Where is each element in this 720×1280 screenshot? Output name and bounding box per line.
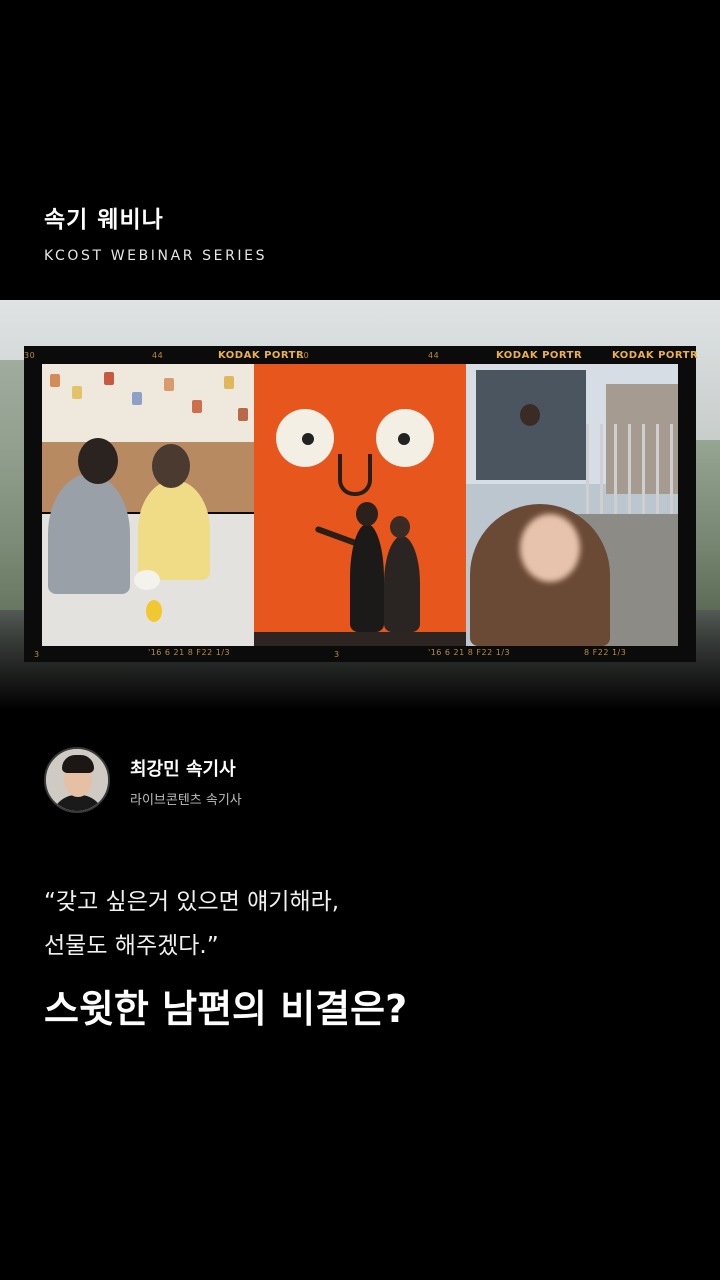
film-exposure-info: '16 6 21 8 F22 1/3 [148, 648, 231, 657]
author-role: 라이브콘텐츠 속기사 [130, 793, 242, 808]
webinar-series-label: KCOST WEBINAR SERIES [44, 248, 268, 264]
film-frame-number: 30 [24, 351, 36, 360]
film-exposure-info: '16 6 21 8 F22 1/3 [428, 648, 511, 657]
quote-line: “갖고 싶은거 있으면 얘기해라, [44, 889, 340, 915]
train-station-photo [466, 364, 678, 646]
film-frame-number: 44 [152, 351, 164, 360]
film-brand-label: KODAK PORTR [218, 350, 305, 361]
avatar [44, 747, 110, 813]
background-tree [694, 440, 720, 610]
webinar-title: 속기 웨비나 [44, 207, 164, 233]
film-exposure-info: 8 F22 1/3 [584, 648, 627, 657]
photo-band: 30 44 KODAK PORTR 30 44 KODAK PORTR KODA… [0, 300, 720, 710]
quote: “갖고 싶은거 있으면 얘기해라, 선물도 해주겠다.” [44, 880, 339, 968]
film-frame-number: 3 [34, 650, 40, 659]
film-frame-number: 44 [428, 351, 440, 360]
quote-line: 선물도 해주겠다.” [44, 933, 219, 959]
pottery-class-photo [42, 364, 254, 646]
author-name: 최강민 속기사 [130, 759, 236, 780]
film-strip: 30 44 KODAK PORTR 30 44 KODAK PORTR KODA… [24, 346, 699, 662]
film-brand-label: KODAK PORTR [496, 350, 583, 361]
film-brand-label: KODAK PORTR [612, 350, 699, 361]
header: 속기 웨비나 KCOST WEBINAR SERIES [44, 200, 267, 264]
film-frame-number: 30 [298, 351, 310, 360]
orange-wall-photo [254, 364, 466, 646]
film-frame-number: 3 [334, 650, 340, 659]
headline: 스윗한 남편의 비결은? [44, 987, 408, 1031]
